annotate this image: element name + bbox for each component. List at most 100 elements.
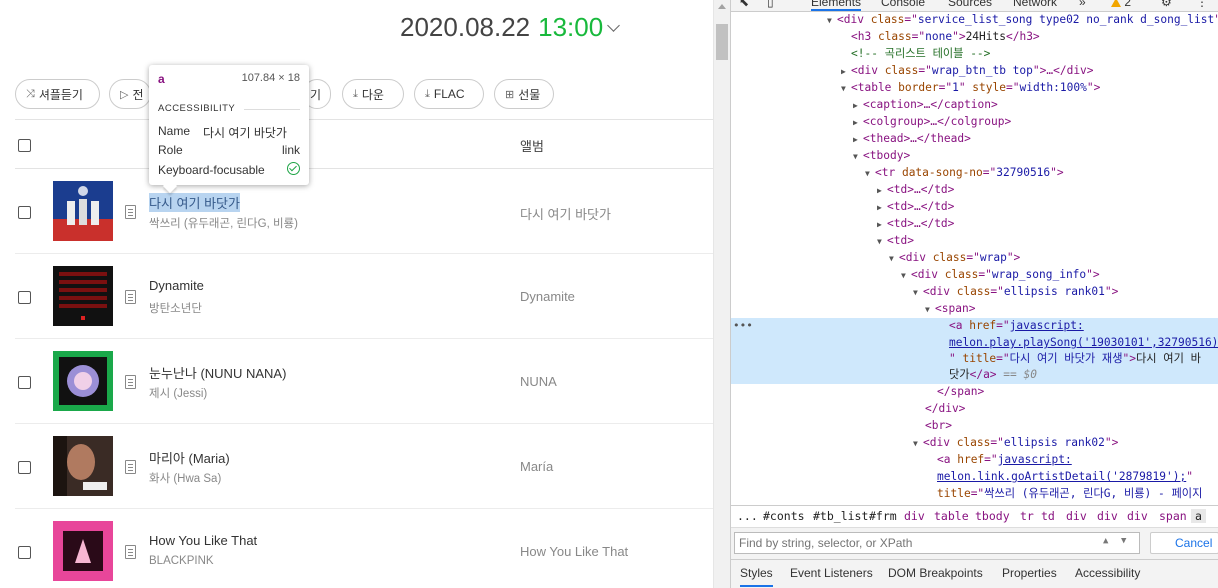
download-button[interactable]: ⤓ 다운 [342, 79, 404, 109]
tab-event-listeners[interactable]: Event Listeners [790, 566, 873, 580]
album-link[interactable]: NUNA [520, 374, 557, 389]
song-title-link[interactable]: 다시 여기 바닷가 [149, 193, 240, 212]
dom-node[interactable]: ▼ <span> [731, 301, 1218, 318]
dom-node-selected[interactable]: ••• <a href="javascript: melon.play.play… [731, 318, 1218, 384]
album-art[interactable] [53, 436, 113, 496]
song-checkbox[interactable] [18, 206, 31, 219]
dom-node[interactable]: ▶ <caption>…</caption> [731, 97, 1218, 114]
inspect-element-icon[interactable]: ⬉ [739, 0, 749, 9]
artist-link[interactable]: BLACKPINK [149, 555, 214, 567]
dom-node[interactable]: <br> [731, 418, 1218, 435]
page-scrollbar[interactable] [713, 0, 730, 588]
dom-node[interactable]: ▶ <colgroup>…</colgroup> [731, 114, 1218, 131]
breadcrumb-item[interactable]: #conts [763, 509, 805, 523]
dom-node[interactable]: ▼ <div class="wrap"> [731, 250, 1218, 267]
album-link[interactable]: Dynamite [520, 289, 575, 304]
song-checkbox[interactable] [18, 376, 31, 389]
breadcrumb-item[interactable]: table [934, 509, 969, 523]
play-all-button[interactable]: ▷ 전 [109, 79, 151, 109]
song-checkbox[interactable] [18, 291, 31, 304]
dom-tree[interactable]: ▼ <div class="service_list_song type02 no… [731, 12, 1218, 502]
breadcrumb-item[interactable]: div [1097, 509, 1118, 523]
breadcrumb-item[interactable]: tbody [975, 509, 1010, 523]
dom-node[interactable]: </span> [731, 384, 1218, 401]
breadcrumb-item[interactable]: div [1066, 509, 1087, 523]
time-dropdown-icon[interactable] [607, 19, 621, 32]
tab-console[interactable]: Console [881, 0, 925, 9]
more-tabs-button[interactable]: » [1079, 0, 1086, 9]
lyrics-icon[interactable] [125, 290, 136, 304]
lyrics-icon[interactable] [125, 205, 136, 219]
dom-node[interactable]: </div> [731, 401, 1218, 418]
breadcrumb-current[interactable]: a [1191, 509, 1206, 523]
dom-node[interactable]: <h3 class="none">24Hits</h3> [731, 29, 1218, 46]
scrollbar-thumb[interactable] [716, 24, 728, 60]
scroll-up-icon[interactable] [718, 4, 726, 9]
artist-link[interactable]: 제시 (Jessi) [149, 385, 207, 401]
song-title-link[interactable]: Dynamite [149, 278, 204, 293]
album-art[interactable] [53, 521, 113, 581]
breadcrumb-item[interactable]: div [1127, 509, 1148, 523]
tab-sources[interactable]: Sources [948, 0, 992, 9]
settings-gear-icon[interactable]: ⚙ [1161, 0, 1172, 9]
dom-node[interactable]: ▼ <div class="ellipsis rank02"> [731, 435, 1218, 452]
album-link[interactable]: María [520, 459, 553, 474]
flac-button[interactable]: ⤓ FLAC [414, 79, 484, 109]
search-prev-icon[interactable]: ▲ [1103, 536, 1108, 546]
song-title-link[interactable]: 마리아 (Maria) [149, 448, 230, 467]
shuffle-button[interactable]: ⤨ 셔플듣기 [15, 79, 100, 109]
dom-node[interactable]: ▶ <div class="wrap_btn_tb top">…</div> [731, 63, 1218, 80]
search-next-icon[interactable]: ▼ [1121, 536, 1126, 546]
artist-link[interactable]: 화사 (Hwa Sa) [149, 470, 221, 486]
dom-comment[interactable]: <!-- 곡리스트 테이블 --> [731, 46, 1218, 63]
song-title-link[interactable]: How You Like That [149, 533, 257, 548]
album-link[interactable]: How You Like That [520, 544, 628, 559]
dom-node[interactable]: ▼ <div class="ellipsis rank01"> [731, 284, 1218, 301]
breadcrumb-item[interactable]: #tb_list [813, 509, 868, 523]
song-checkbox[interactable] [18, 546, 31, 559]
breadcrumb-item[interactable]: td [1041, 509, 1055, 523]
cancel-button[interactable]: Cancel [1150, 532, 1218, 554]
album-art[interactable] [53, 181, 113, 241]
lyrics-icon[interactable] [125, 375, 136, 389]
breadcrumb-item[interactable]: #frm [869, 509, 897, 523]
dom-node[interactable]: ▶ <thead>…</thead> [731, 131, 1218, 148]
dom-node[interactable]: ▶ <td>…</td> [731, 199, 1218, 216]
tab-dom-breakpoints[interactable]: DOM Breakpoints [888, 566, 983, 580]
dom-node[interactable]: ▶ <td>…</td> [731, 182, 1218, 199]
select-all-checkbox[interactable] [18, 139, 31, 152]
dom-node[interactable]: <a href="javascript: melon.link.goArtist… [731, 452, 1218, 502]
breadcrumb-item[interactable]: tr [1020, 509, 1034, 523]
tab-network[interactable]: Network [1013, 0, 1057, 9]
dom-node[interactable]: ▼ <td> [731, 233, 1218, 250]
breadcrumb-item[interactable]: span [1159, 509, 1187, 523]
tab-styles[interactable]: Styles [740, 566, 773, 587]
dom-node[interactable]: ▶ <td>…</td> [731, 216, 1218, 233]
dom-node[interactable]: ▼ <tbody> [731, 148, 1218, 165]
album-art[interactable] [53, 266, 113, 326]
device-toolbar-icon[interactable]: ▯ [767, 0, 774, 9]
dom-node[interactable]: ▼ <div class="service_list_song type02 no… [731, 12, 1218, 29]
tab-properties[interactable]: Properties [1002, 566, 1057, 580]
tab-accessibility[interactable]: Accessibility [1075, 566, 1140, 580]
dom-node[interactable]: ▼ <table border="1" style="width:100%"> [731, 80, 1218, 97]
gift-button[interactable]: ⊞ 선물 [494, 79, 554, 109]
breadcrumb-item[interactable]: ... [737, 509, 758, 523]
album-art[interactable] [53, 351, 113, 411]
song-list-header: 앨범 [15, 119, 713, 169]
album-link[interactable]: 다시 여기 바닷가 [520, 204, 611, 223]
dom-node[interactable]: ▼ <div class="wrap_song_info"> [731, 267, 1218, 284]
tab-elements[interactable]: Elements [811, 0, 862, 11]
search-input[interactable] [734, 532, 1140, 554]
dom-node[interactable]: ▼ <tr data-song-no="32790516"> [731, 165, 1218, 182]
warnings-badge[interactable]: 2 [1111, 0, 1131, 9]
lyrics-icon[interactable] [125, 460, 136, 474]
song-checkbox[interactable] [18, 461, 31, 474]
artist-link[interactable]: 싹쓰리 (유두래곤, 린다G, 비룡) [149, 215, 298, 231]
artist-link[interactable]: 방탄소년단 [149, 300, 202, 316]
breadcrumb-item[interactable]: div [904, 509, 925, 523]
kebab-menu-icon[interactable]: ⋮ [1196, 0, 1208, 9]
lyrics-icon[interactable] [125, 545, 136, 559]
node-actions-icon[interactable]: ••• [733, 318, 753, 335]
song-title-link[interactable]: 눈누난나 (NUNU NANA) [149, 363, 286, 382]
